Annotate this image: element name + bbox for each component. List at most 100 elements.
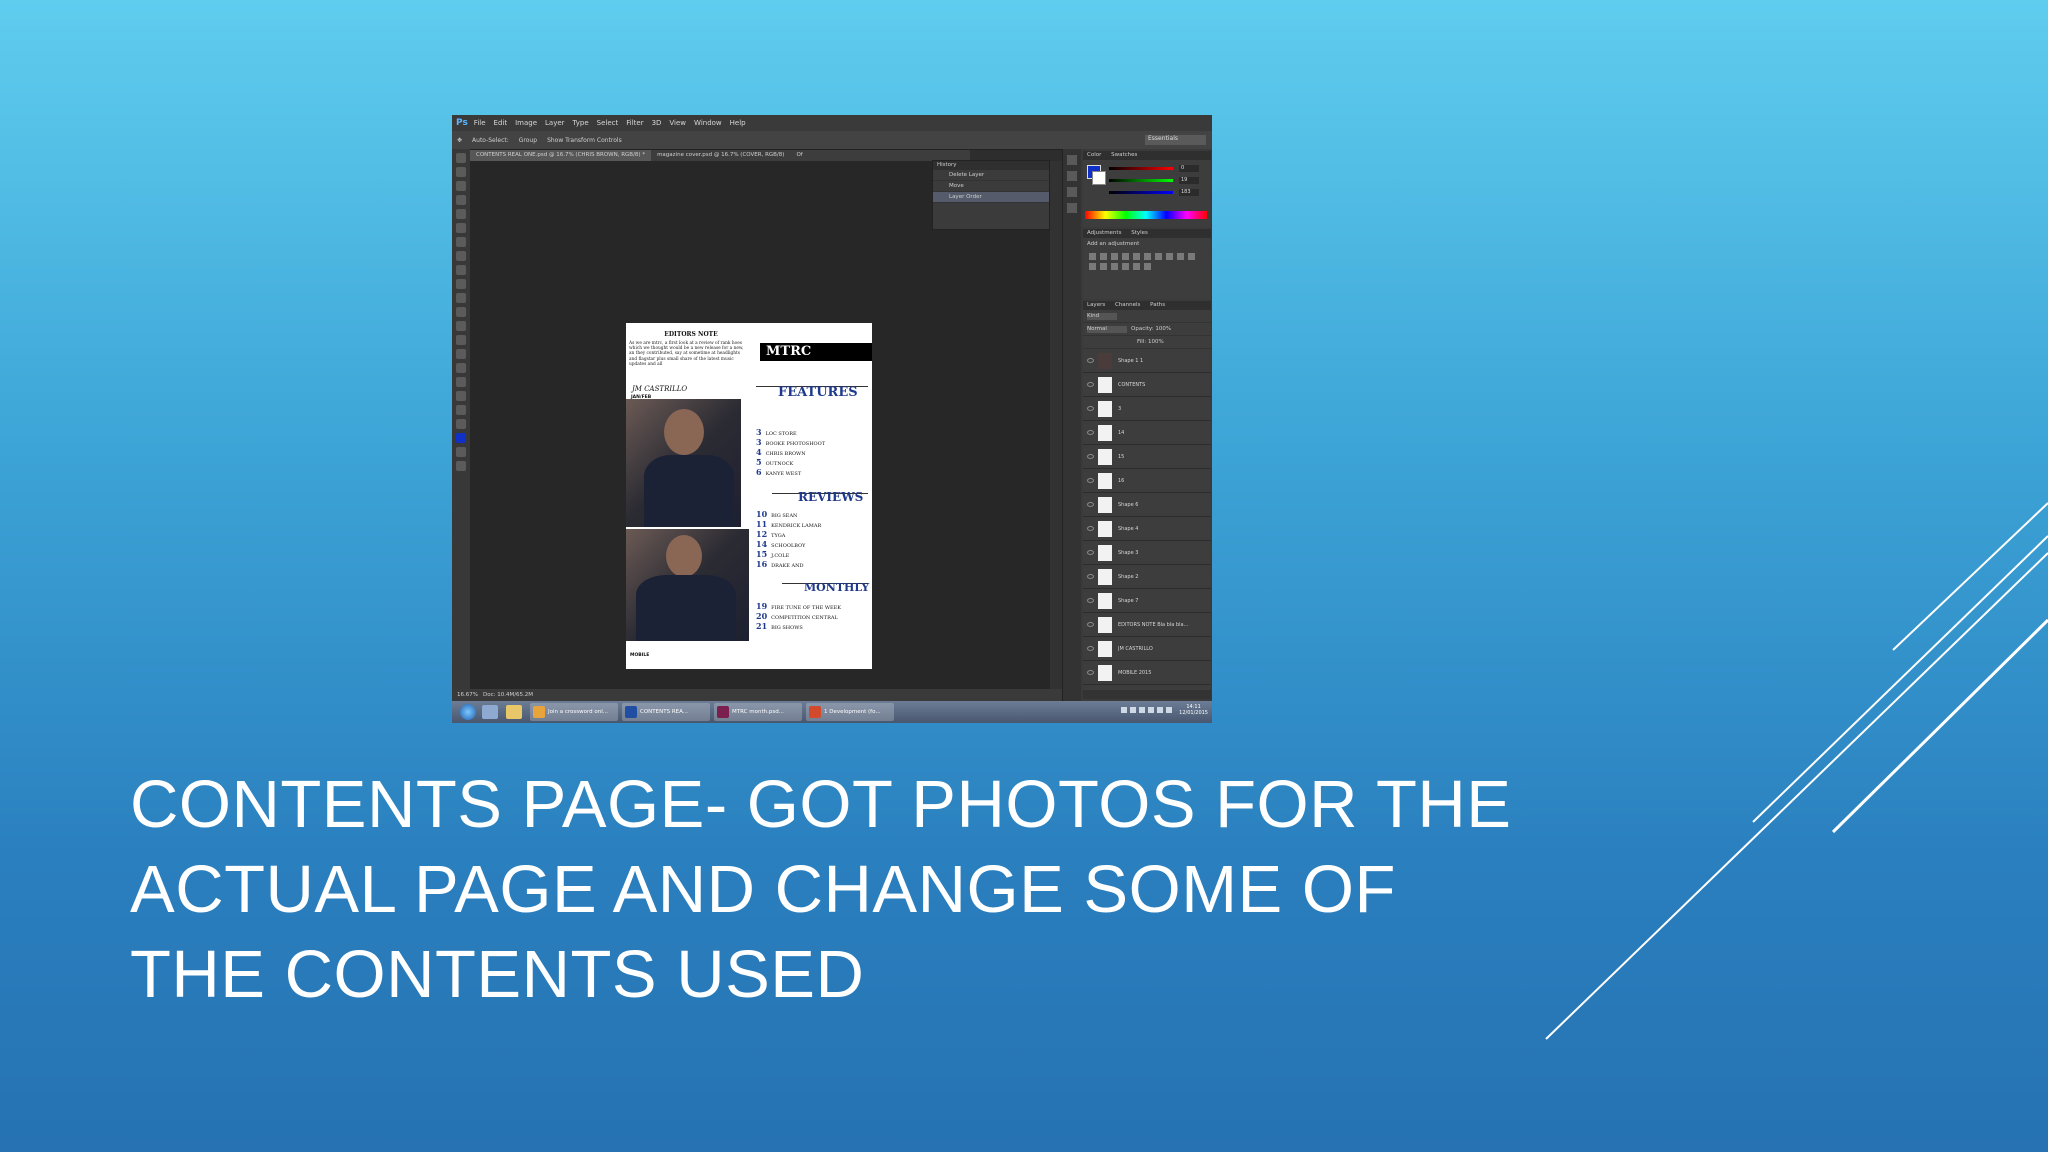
menu-window[interactable]: Window [694,119,722,127]
menu-edit[interactable]: Edit [494,119,508,127]
history-step-layer-order[interactable]: Layer Order [933,192,1049,203]
menu-3d[interactable]: 3D [652,119,662,127]
blend-mode-select[interactable]: Normal [1087,325,1127,333]
layer-kind-filter[interactable]: Kind [1087,312,1117,320]
tab-other[interactable]: Of [790,150,808,161]
green-slider[interactable] [1109,179,1173,182]
move-tool-icon[interactable]: ✥ [457,137,462,144]
layer-row[interactable]: 16 [1083,469,1211,493]
taskbar-indesign[interactable]: MTRC month.psd... [714,703,802,721]
menu-type[interactable]: Type [573,119,589,127]
hand-tool-icon[interactable] [456,405,466,415]
eye-icon[interactable] [1087,406,1094,411]
document-canvas[interactable]: EDITORS NOTE As we are mtrc, a first loo… [626,323,872,669]
tab-magazine-cover[interactable]: magazine cover.psd @ 16.7% (COVER, RGB/8… [651,150,790,161]
color-balance-icon[interactable] [1155,253,1162,260]
levels-icon[interactable] [1100,253,1107,260]
black-white-icon[interactable] [1166,253,1173,260]
tab-contents-real-one[interactable]: CONTENTS REAL ONE.psd @ 16.7% (CHRIS BRO… [470,150,652,161]
crop-tool-icon[interactable] [456,209,466,219]
invert-icon[interactable] [1100,263,1107,270]
eye-icon[interactable] [1087,478,1094,483]
screen-mode-icon[interactable] [456,461,466,471]
tray-icon[interactable] [1148,707,1155,713]
file-explorer-icon[interactable] [506,705,522,719]
show-transform-controls-option[interactable]: Show Transform Controls [547,137,622,144]
menu-file[interactable]: File [474,119,486,127]
eye-icon[interactable] [1087,622,1094,627]
color-spectrum[interactable] [1085,211,1207,219]
menu-layer[interactable]: Layer [545,119,565,127]
eye-icon[interactable] [1087,430,1094,435]
clock[interactable]: 14:11 12/01/2015 [1179,704,1208,716]
foreground-color-swatch[interactable] [456,433,466,443]
auto-select-option[interactable]: Auto-Select: [472,137,509,144]
tray-icon[interactable] [1121,707,1128,713]
tray-icon[interactable] [1139,707,1146,713]
layer-row[interactable]: EDITORS NOTE Bla bla bla... [1083,613,1211,637]
red-value[interactable]: 0 [1179,165,1199,172]
brush-tool-icon[interactable] [456,251,466,261]
history-panel-icon[interactable] [1067,155,1077,165]
zoom-tool-icon[interactable] [456,419,466,429]
layer-row[interactable]: CONTENTS [1083,373,1211,397]
brightness-icon[interactable] [1089,253,1096,260]
eyedropper-tool-icon[interactable] [456,223,466,233]
channel-mixer-icon[interactable] [1188,253,1195,260]
tray-icon[interactable] [1130,707,1137,713]
dodge-tool-icon[interactable] [456,335,466,345]
eye-icon[interactable] [1087,382,1094,387]
exposure-icon[interactable] [1122,253,1129,260]
eye-icon[interactable] [1087,646,1094,651]
photo-filter-icon[interactable] [1177,253,1184,260]
blue-value[interactable]: 183 [1179,189,1199,196]
layer-row[interactable]: Shape 2 [1083,565,1211,589]
volume-icon[interactable] [1166,707,1173,713]
move-tool-icon[interactable] [456,153,466,163]
zoom-level[interactable]: 16.67% [457,692,478,698]
shape-tool-icon[interactable] [456,391,466,401]
blur-tool-icon[interactable] [456,321,466,331]
tab-swatches[interactable]: Swatches [1111,152,1137,158]
history-step-delete-layer[interactable]: Delete Layer [933,170,1049,181]
path-select-tool-icon[interactable] [456,377,466,387]
vibrance-icon[interactable] [1133,253,1140,260]
fill-field[interactable]: Fill: 100% [1137,339,1164,345]
quick-select-tool-icon[interactable] [456,195,466,205]
eye-icon[interactable] [1087,358,1094,363]
eye-icon[interactable] [1087,526,1094,531]
eye-icon[interactable] [1087,502,1094,507]
paragraph-panel-icon[interactable] [1067,203,1077,213]
history-step-move[interactable]: Move [933,181,1049,192]
layer-row[interactable]: JM CASTRILLO [1083,637,1211,661]
start-button-icon[interactable] [460,704,476,720]
properties-panel-icon[interactable] [1067,171,1077,181]
layer-row[interactable]: Shape 6 [1083,493,1211,517]
gradient-map-icon[interactable] [1133,263,1140,270]
menu-image[interactable]: Image [515,119,537,127]
taskbar-powerpoint[interactable]: 1 Development (fo... [806,703,894,721]
lasso-tool-icon[interactable] [456,181,466,191]
marquee-tool-icon[interactable] [456,167,466,177]
tab-paths[interactable]: Paths [1150,302,1165,308]
healing-tool-icon[interactable] [456,237,466,247]
eye-icon[interactable] [1087,454,1094,459]
tab-color[interactable]: Color [1087,152,1101,158]
tab-styles[interactable]: Styles [1131,230,1148,236]
menu-filter[interactable]: Filter [626,119,643,127]
blue-slider[interactable] [1109,191,1173,194]
taskbar-chrome[interactable]: Join a crossword onl... [530,703,618,721]
tab-adjustments[interactable]: Adjustments [1087,230,1121,236]
eye-icon[interactable] [1087,550,1094,555]
eraser-tool-icon[interactable] [456,293,466,303]
tab-channels[interactable]: Channels [1115,302,1140,308]
group-option[interactable]: Group [519,137,537,144]
curves-icon[interactable] [1111,253,1118,260]
threshold-icon[interactable] [1122,263,1129,270]
layer-row[interactable]: MOBILE 2015 [1083,661,1211,685]
opacity-field[interactable]: Opacity: 100% [1131,326,1171,332]
layer-row[interactable]: Shape 7 [1083,589,1211,613]
history-brush-tool-icon[interactable] [456,279,466,289]
layer-row[interactable]: 15 [1083,445,1211,469]
selective-color-icon[interactable] [1144,263,1151,270]
